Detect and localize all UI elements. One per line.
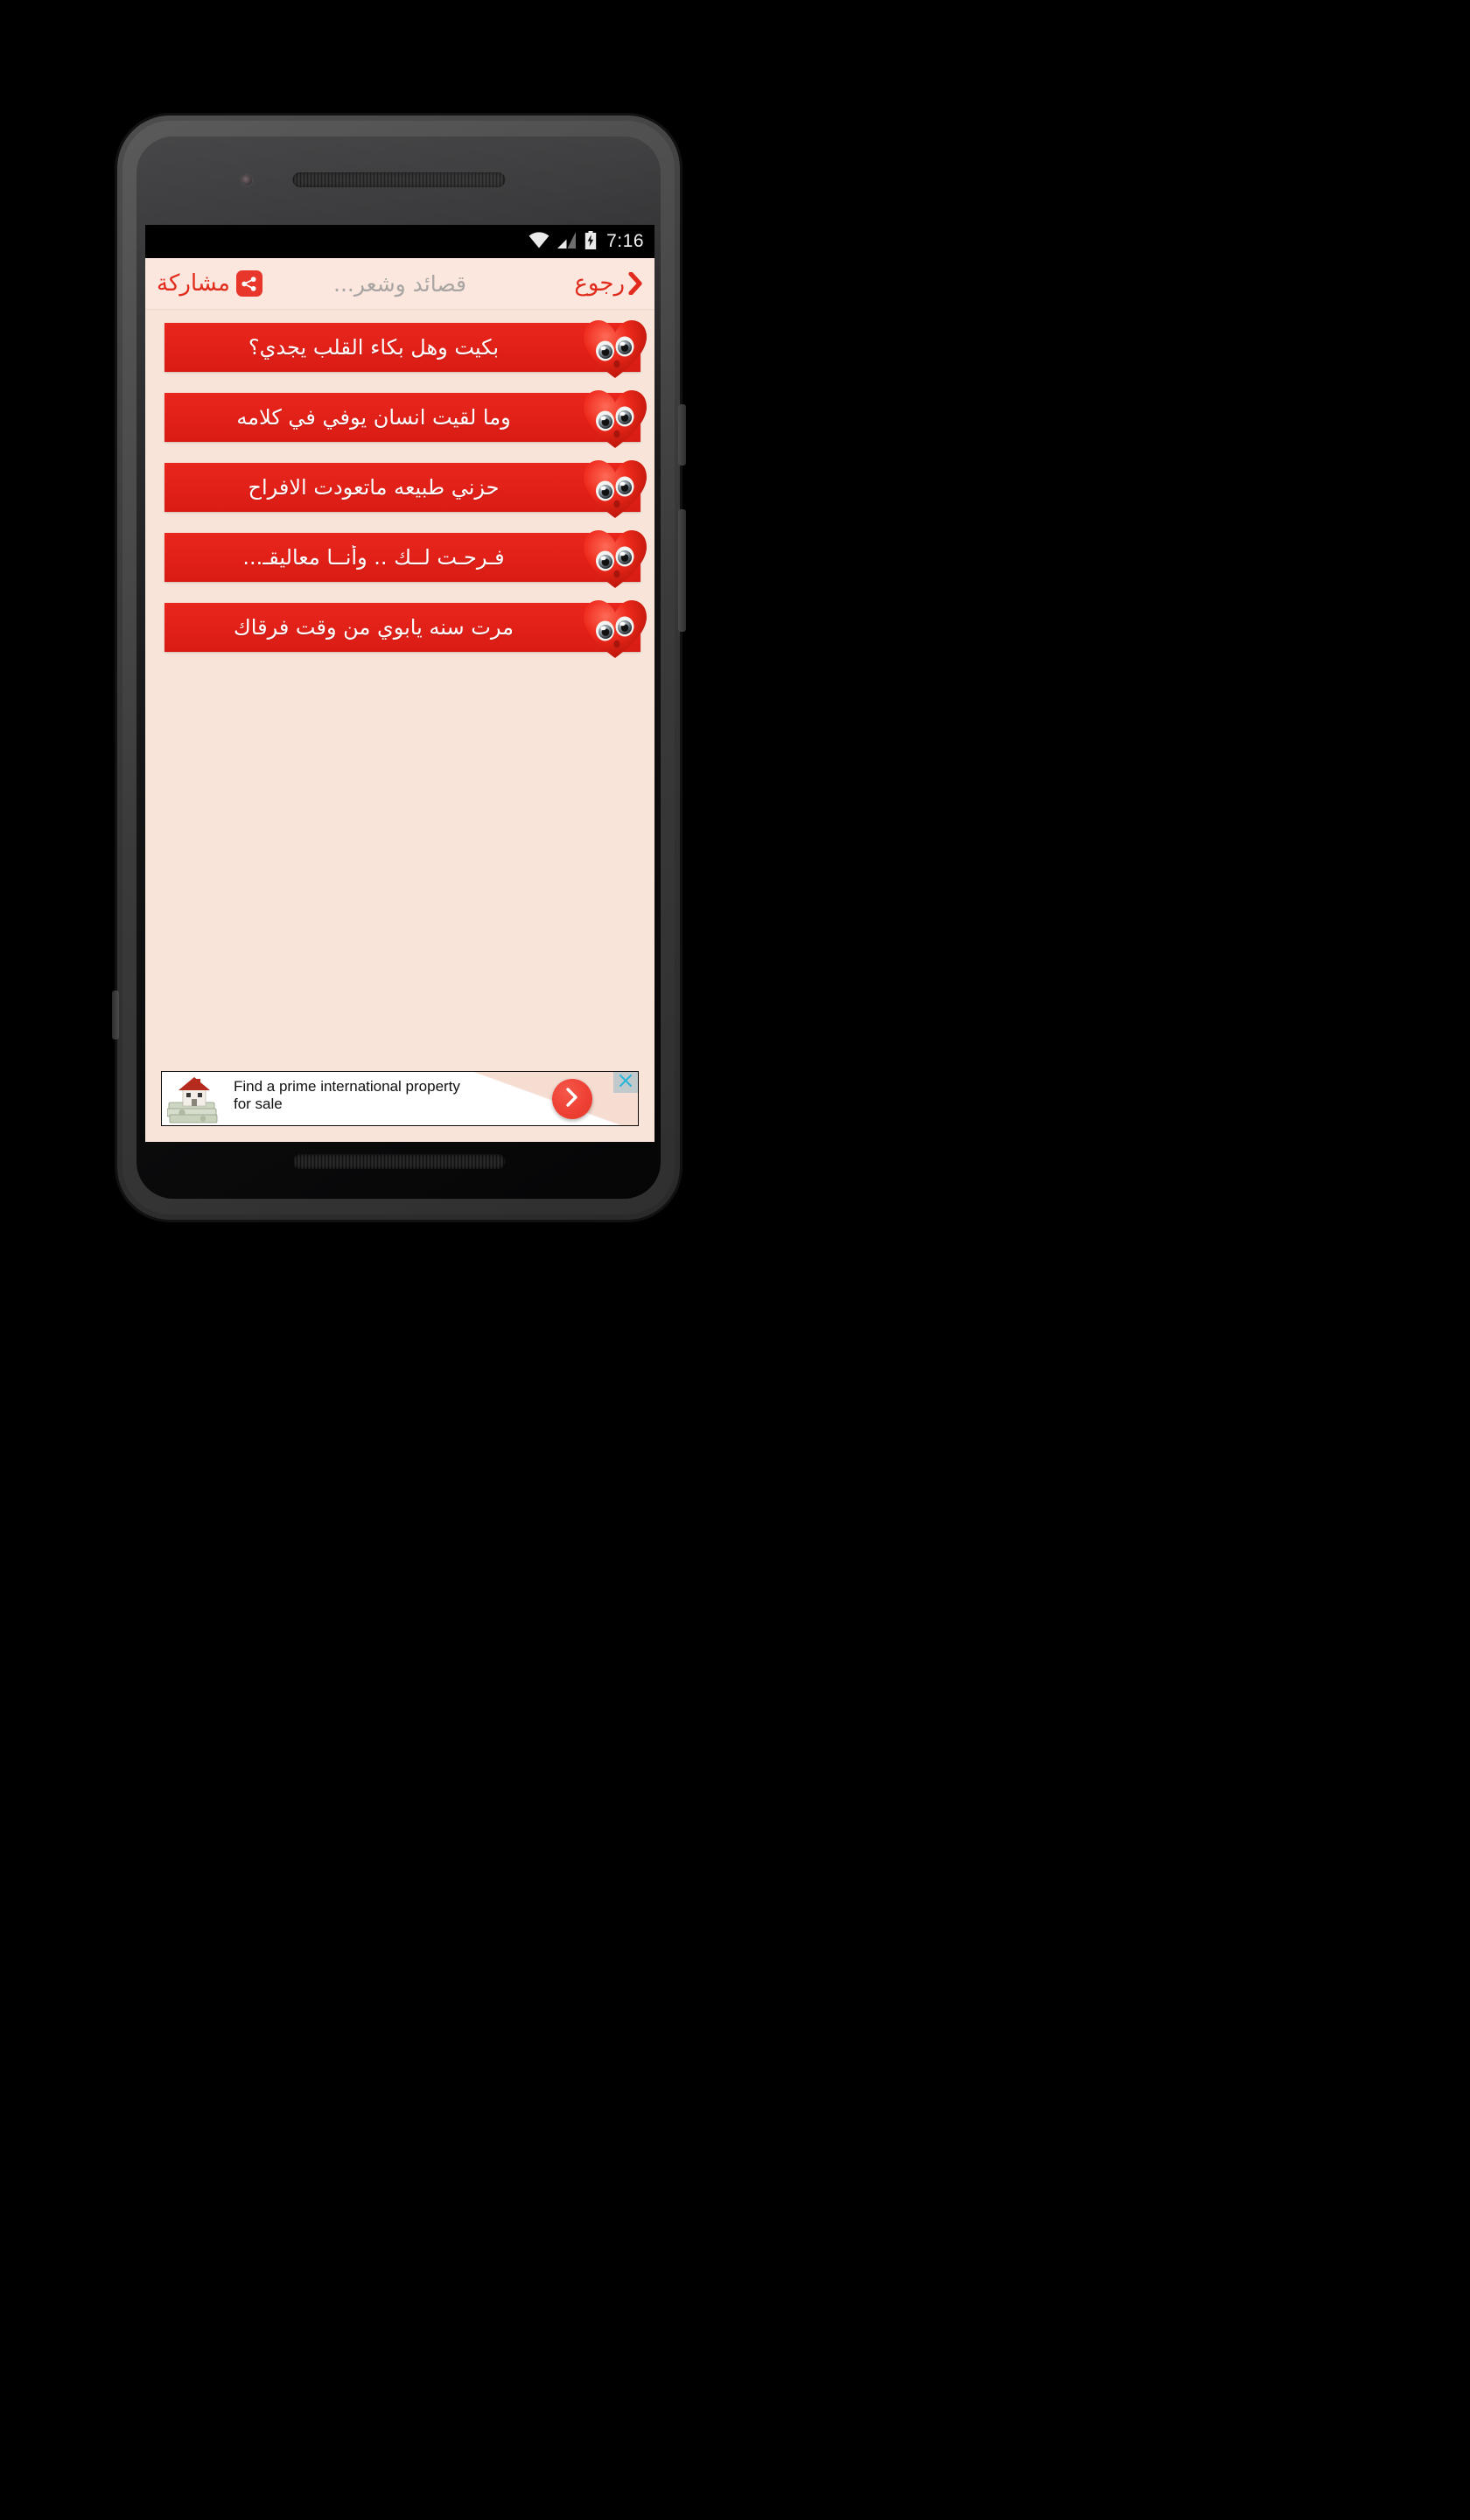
list-item-bar: بكيت وهل بكاء القلب يجدي؟ [164,323,640,372]
bottom-speaker [292,1154,505,1169]
front-camera [242,175,252,186]
ad-headline-line1: Find a prime international property [234,1078,460,1095]
list-item-label: فـرحـت لــك .. وأنــا معاليقـ... [242,545,505,570]
ad-close-button[interactable] [613,1072,638,1093]
poem-list: بكيت وهل بكاء القلب يجدي؟ وما لقيت انسان… [145,309,654,658]
list-item[interactable]: مرت سنه يابوي من وقت فرقاك [145,599,654,658]
wifi-icon [528,231,550,252]
list-item-bar: مرت سنه يابوي من وقت فرقاك [164,603,640,652]
sim-tray-button[interactable] [112,990,119,1040]
back-button[interactable]: رجوع [574,270,643,297]
share-icon [235,270,262,297]
status-bar: 7:16 [145,225,654,258]
ad-banner[interactable]: Find a prime international property for … [161,1071,639,1126]
ad-cta-button[interactable] [552,1079,592,1119]
phone-screen: 7:16 رجوع قصائد وشعر... مشاركة بكيت وهل … [145,225,654,1142]
volume-button[interactable] [678,509,686,632]
list-item-bar: فـرحـت لــك .. وأنــا معاليقـ... [164,533,640,582]
list-item-bar: حزني طبيعه ماتعودت الافراح [164,463,640,512]
earpiece-speaker [292,172,505,187]
chevron-right-icon [628,271,643,296]
share-button-label: مشاركة [157,270,230,297]
status-bar-time: 7:16 [606,231,644,251]
list-item[interactable]: وما لقيت انسان يوفي في كلامه [145,389,654,448]
cellular-signal-icon [557,231,577,252]
ad-headline-line2: for sale [234,1096,283,1112]
list-item-label: بكيت وهل بكاء القلب يجدي؟ [248,335,500,360]
list-item-label: حزني طبيعه ماتعودت الافراح [248,475,500,500]
battery-charging-icon [584,230,597,253]
list-item[interactable]: بكيت وهل بكاء القلب يجدي؟ [145,319,654,378]
house-on-money-icon [166,1074,225,1125]
list-item[interactable]: حزني طبيعه ماتعودت الافراح [145,459,654,518]
list-item-label: مرت سنه يابوي من وقت فرقاك [234,615,514,640]
list-item-bar: وما لقيت انسان يوفي في كلامه [164,393,640,442]
list-item-label: وما لقيت انسان يوفي في كلامه [236,405,511,430]
chevron-right-icon [564,1087,581,1111]
share-button[interactable]: مشاركة [157,270,262,297]
ad-headline: Find a prime international property for … [234,1078,505,1113]
back-button-label: رجوع [574,270,625,297]
app-bar: رجوع قصائد وشعر... مشاركة [145,258,654,309]
power-button[interactable] [678,404,686,466]
list-item[interactable]: فـرحـت لــك .. وأنــا معاليقـ... [145,529,654,588]
close-x-icon [618,1073,634,1092]
